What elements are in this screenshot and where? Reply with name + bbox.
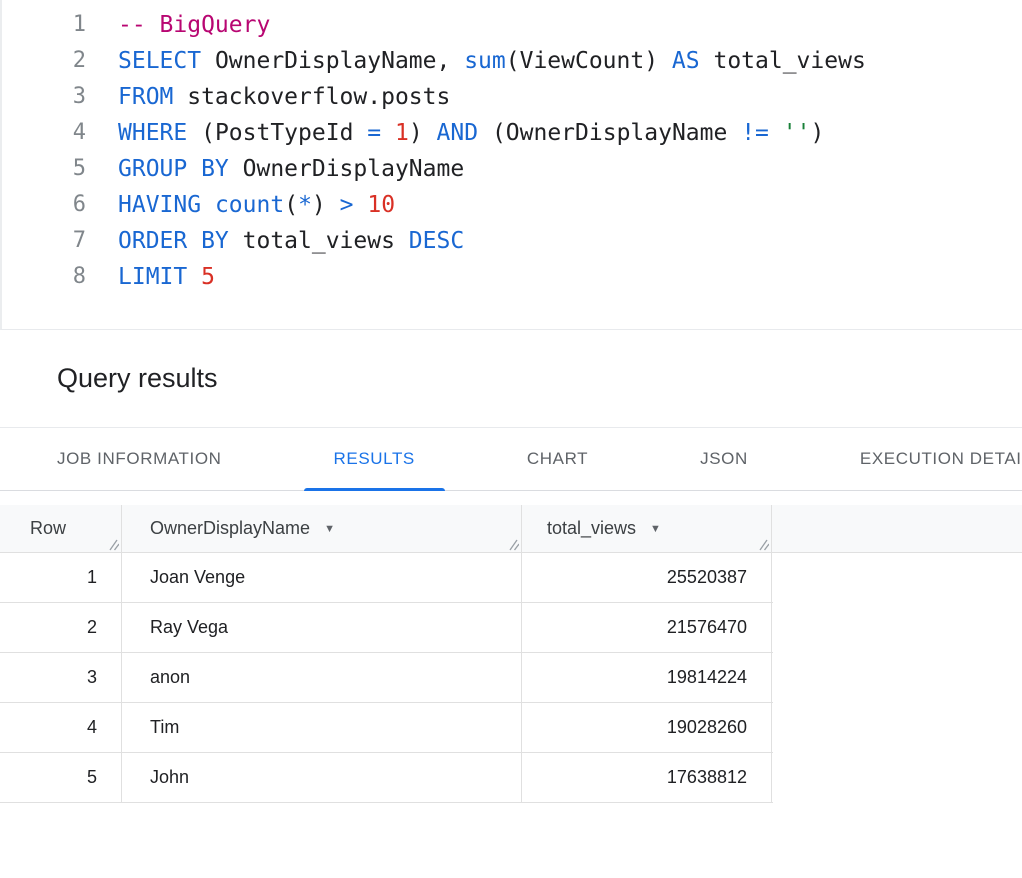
cell-total-views: 25520387 xyxy=(522,553,772,602)
sql-editor[interactable]: 1 -- BigQuery 2 SELECT OwnerDisplayName, su… xyxy=(0,0,1022,330)
table-row: 5John17638812 xyxy=(0,753,773,803)
code-line: 2 SELECT OwnerDisplayName, sum(ViewCount)… xyxy=(2,43,1022,79)
column-label-row: Row xyxy=(30,518,66,539)
line-number: 8 xyxy=(2,259,86,295)
cell-total-views: 19814224 xyxy=(522,653,772,702)
bigquery-results-panel: 1 -- BigQuery 2 SELECT OwnerDisplayName, su… xyxy=(0,0,1022,878)
cell-row-number: 3 xyxy=(0,653,122,702)
cell-row-number: 2 xyxy=(0,603,122,652)
column-resize-handle[interactable] xyxy=(756,539,769,551)
cell-row-number: 5 xyxy=(0,753,122,802)
line-number: 2 xyxy=(2,43,86,79)
column-header-ownerdisplayname[interactable]: OwnerDisplayName ▼ xyxy=(122,505,522,552)
cell-owner-display-name: anon xyxy=(122,653,522,702)
cell-owner-display-name: John xyxy=(122,753,522,802)
results-tabbar: JOB INFORMATION RESULTS CHART JSON EXECUTION… xyxy=(0,428,1022,491)
code-line: 4 WHERE (PostTypeId = 1) AND (OwnerDispla… xyxy=(2,115,1022,151)
tab-results[interactable]: RESULTS xyxy=(304,428,445,490)
code-text: FROM stackoverflow.posts xyxy=(118,79,450,115)
code-line: 5 GROUP BY OwnerDisplayName xyxy=(2,151,1022,187)
resize-grip-icon xyxy=(106,539,119,551)
code-line: 1 -- BigQuery xyxy=(2,7,1022,43)
resize-grip-icon xyxy=(506,539,519,551)
code-text: GROUP BY OwnerDisplayName xyxy=(118,151,464,187)
query-results-header: Query results xyxy=(0,330,1022,428)
cell-row-number: 4 xyxy=(0,703,122,752)
cell-total-views: 19028260 xyxy=(522,703,772,752)
results-table: Row OwnerDisplayName ▼ xyxy=(0,505,1022,803)
query-results-title: Query results xyxy=(57,363,218,394)
line-number: 5 xyxy=(2,151,86,187)
line-number: 1 xyxy=(2,7,86,43)
table-row: 4Tim19028260 xyxy=(0,703,773,753)
table-row: 3anon19814224 xyxy=(0,653,773,703)
line-number: 3 xyxy=(2,79,86,115)
column-label-total-views: total_views xyxy=(547,518,636,539)
tab-label: RESULTS xyxy=(334,449,415,469)
line-number: 6 xyxy=(2,187,86,223)
cell-total-views: 17638812 xyxy=(522,753,772,802)
tab-label: JOB INFORMATION xyxy=(57,449,222,469)
resize-grip-icon xyxy=(756,539,769,551)
active-tab-indicator xyxy=(304,488,445,491)
line-number: 4 xyxy=(2,115,86,151)
tab-label: EXECUTION DETAILS xyxy=(860,449,1022,469)
header-filler xyxy=(772,505,1022,552)
code-text: LIMIT 5 xyxy=(118,259,215,295)
column-header-total-views[interactable]: total_views ▼ xyxy=(522,505,772,552)
cell-owner-display-name: Ray Vega xyxy=(122,603,522,652)
tab-json[interactable]: JSON xyxy=(670,428,778,490)
table-row: 2Ray Vega21576470 xyxy=(0,603,773,653)
line-number: 7 xyxy=(2,223,86,259)
code-text: -- BigQuery xyxy=(118,7,270,43)
table-row: 1Joan Venge25520387 xyxy=(0,553,773,603)
sort-dropdown-icon[interactable]: ▼ xyxy=(324,523,335,535)
table-body: 1Joan Venge255203872Ray Vega215764703ano… xyxy=(0,553,1022,803)
sort-dropdown-icon[interactable]: ▼ xyxy=(650,523,661,535)
code-text: SELECT OwnerDisplayName, sum(ViewCount) … xyxy=(118,43,866,79)
code-text: ORDER BY total_views DESC xyxy=(118,223,464,259)
code-line: 6 HAVING count(*) > 10 xyxy=(2,187,1022,223)
tab-execution-details[interactable]: EXECUTION DETAILS xyxy=(830,428,1022,490)
cell-total-views: 21576470 xyxy=(522,603,772,652)
code-line: 7 ORDER BY total_views DESC xyxy=(2,223,1022,259)
cell-row-number: 1 xyxy=(0,553,122,602)
tab-label: JSON xyxy=(700,449,748,469)
cell-owner-display-name: Tim xyxy=(122,703,522,752)
code-text: WHERE (PostTypeId = 1) AND (OwnerDisplay… xyxy=(118,115,824,151)
tab-chart[interactable]: CHART xyxy=(497,428,618,490)
table-header: Row OwnerDisplayName ▼ xyxy=(0,505,1022,553)
column-resize-handle[interactable] xyxy=(106,539,119,551)
tab-label: CHART xyxy=(527,449,588,469)
code-line: 8 LIMIT 5 xyxy=(2,259,1022,295)
column-label-ownerdisplayname: OwnerDisplayName xyxy=(150,518,310,539)
tab-job-information[interactable]: JOB INFORMATION xyxy=(27,428,252,490)
column-header-row[interactable]: Row xyxy=(0,505,122,552)
code-text: HAVING count(*) > 10 xyxy=(118,187,395,223)
code-line: 3 FROM stackoverflow.posts xyxy=(2,79,1022,115)
column-resize-handle[interactable] xyxy=(506,539,519,551)
cell-owner-display-name: Joan Venge xyxy=(122,553,522,602)
